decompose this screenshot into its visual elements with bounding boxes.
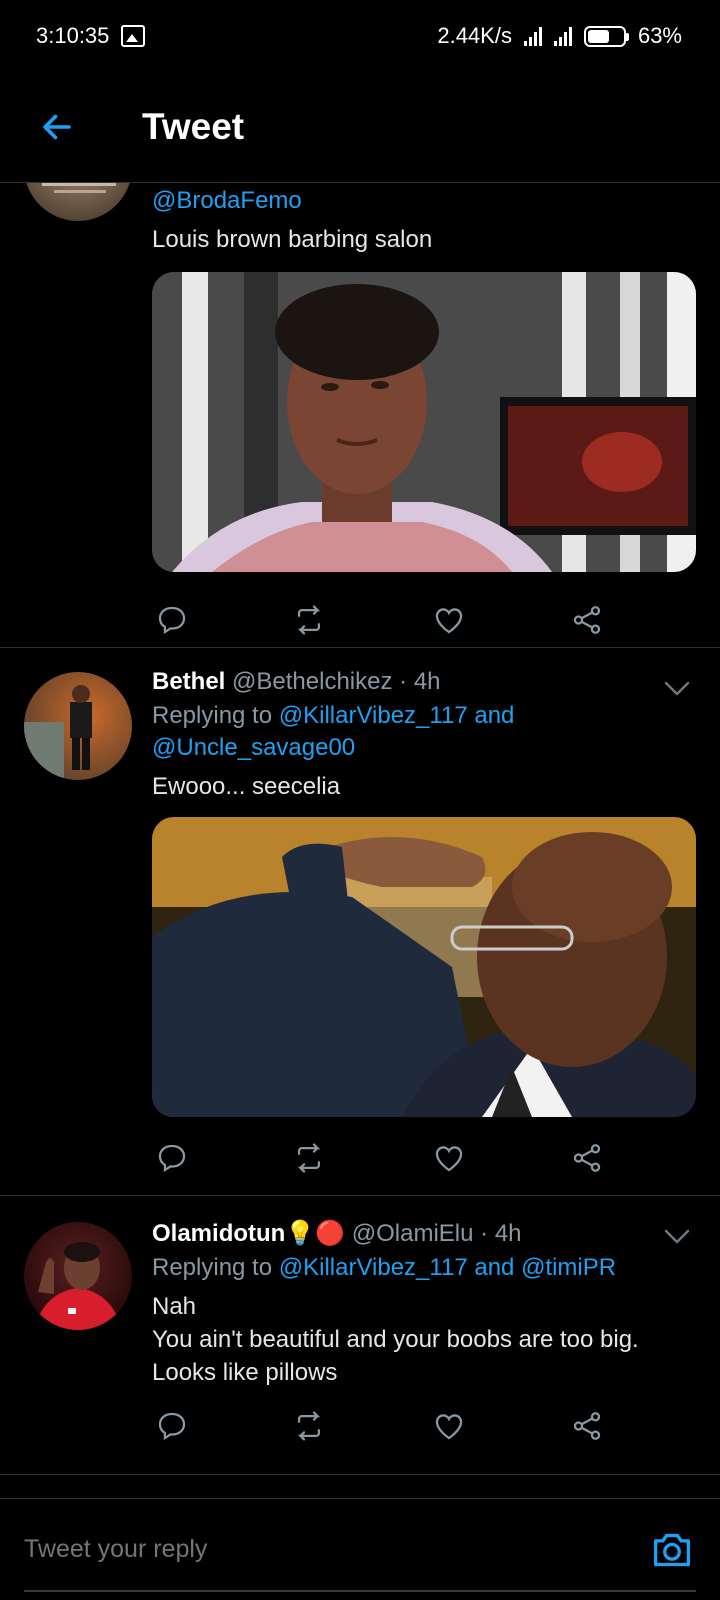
name-emoji: 💡🔴	[285, 1220, 346, 1247]
tweet-actions	[152, 1138, 632, 1178]
tweet-actions	[152, 1406, 632, 1446]
like-icon	[435, 1414, 463, 1440]
battery-percent: 63%	[637, 23, 682, 48]
retweet-button[interactable]	[289, 1138, 329, 1178]
share-button[interactable]	[567, 1138, 607, 1178]
reply-and: and	[467, 702, 515, 729]
tweet-text: Louis brown barbing salon	[152, 226, 433, 253]
tweet-text: Nah You ain't beautiful and your boobs a…	[152, 1290, 696, 1389]
mention-link[interactable]: @BrodaFemo	[152, 187, 302, 214]
mention-link[interactable]: @KillarVibez_117	[279, 702, 468, 729]
battery-fill	[587, 29, 610, 43]
avatar[interactable]	[24, 183, 132, 221]
reply-icon	[158, 1412, 186, 1441]
avatar[interactable]	[24, 1222, 132, 1330]
portrait-photo	[152, 272, 696, 572]
reply-to-line: Replying to @KillarVibez_117 and @timiPR	[152, 1252, 696, 1284]
page-title: Tweet	[142, 106, 245, 147]
tweet-item[interactable]: Olamidotun💡🔴 @OlamiElu · 4h Replying to …	[0, 1196, 720, 1475]
reply-icon	[158, 606, 186, 635]
signal-icon	[523, 26, 542, 46]
mention-link[interactable]: @timiPR	[521, 1254, 616, 1281]
share-icon	[573, 1144, 601, 1172]
signal-icon-secondary	[553, 26, 572, 46]
reply-icon	[158, 1144, 186, 1173]
reply-input[interactable]	[24, 1535, 646, 1564]
reply-and: and	[467, 1254, 522, 1281]
status-right: 2.44K/s 63%	[437, 23, 682, 49]
tweet-time: · 4h	[473, 1220, 522, 1247]
tweet-actions	[152, 600, 632, 640]
network-speed: 2.44K/s	[437, 23, 512, 48]
status-left: 3:10:35	[36, 23, 146, 49]
status-bar: 3:10:35 2.44K/s 63%	[0, 0, 720, 72]
reply-composer	[0, 1498, 720, 1600]
tweet-item[interactable]: Bethel @Bethelchikez · 4h Replying to @K…	[0, 648, 720, 1196]
retweet-icon	[297, 1411, 321, 1441]
like-icon	[435, 1146, 463, 1172]
tweet-photo[interactable]	[152, 272, 696, 572]
camera-button[interactable]	[646, 1524, 698, 1576]
like-icon	[435, 608, 463, 634]
back-button[interactable]	[28, 98, 86, 156]
tweet-text-line: Looks like pillows	[152, 1359, 338, 1386]
user-photo-graphic	[34, 1242, 122, 1330]
tweet-thread[interactable]: @BrodaFemo Louis brown barbing salon Bet…	[0, 183, 720, 1475]
tweet-text-line: You ain't beautiful and your boobs are t…	[152, 1326, 639, 1353]
like-button[interactable]	[429, 600, 469, 640]
battery-icon	[583, 25, 629, 47]
tweet-header: Bethel @Bethelchikez · 4h	[152, 666, 696, 698]
tweet-item[interactable]: @BrodaFemo Louis brown barbing salon	[0, 183, 720, 648]
like-button[interactable]	[429, 1406, 469, 1446]
share-button[interactable]	[567, 1406, 607, 1446]
status-time: 3:10:35	[36, 23, 110, 48]
gallery-icon	[121, 25, 146, 47]
tweet-photo[interactable]	[152, 817, 696, 1117]
reply-button[interactable]	[152, 600, 192, 640]
retweet-button[interactable]	[289, 1406, 329, 1446]
retweet-button[interactable]	[289, 600, 329, 640]
home-indicator	[24, 1590, 696, 1592]
tweet-text: Ewooo... seecelia	[152, 773, 341, 800]
mention-link[interactable]: @Uncle_savage00	[152, 734, 355, 761]
user-handle[interactable]: @OlamiElu	[352, 1220, 474, 1247]
replying-prefix: Replying to	[152, 1254, 279, 1281]
reply-button[interactable]	[152, 1138, 192, 1178]
camera-icon	[654, 1533, 690, 1566]
reply-to-line: @BrodaFemo	[152, 185, 696, 217]
share-icon	[573, 606, 601, 634]
share-icon	[573, 1412, 601, 1440]
tweet-text-line: Nah	[152, 1293, 197, 1320]
reply-button[interactable]	[152, 1406, 192, 1446]
reply-to-line: Replying to @KillarVibez_117 and @Uncle_…	[152, 700, 696, 764]
salute-photo	[152, 817, 696, 1117]
user-handle[interactable]: @Bethelchikez	[232, 668, 392, 695]
top-app-bar: Tweet	[0, 72, 720, 183]
user-photo-graphic	[24, 685, 92, 780]
display-name[interactable]: Bethel	[152, 668, 225, 695]
retweet-icon	[297, 605, 321, 635]
arrow-left-icon	[43, 114, 71, 140]
display-name[interactable]: Olamidotun	[152, 1220, 285, 1247]
like-button[interactable]	[429, 1138, 469, 1178]
mention-link[interactable]: @KillarVibez_117	[279, 1254, 468, 1281]
avatar[interactable]	[24, 672, 132, 780]
share-button[interactable]	[567, 600, 607, 640]
replying-prefix: Replying to	[152, 702, 279, 729]
tweet-header: Olamidotun💡🔴 @OlamiElu · 4h	[152, 1218, 696, 1250]
salon-sign-graphic	[42, 183, 116, 193]
retweet-icon	[297, 1143, 321, 1173]
tweet-time: · 4h	[392, 668, 441, 695]
